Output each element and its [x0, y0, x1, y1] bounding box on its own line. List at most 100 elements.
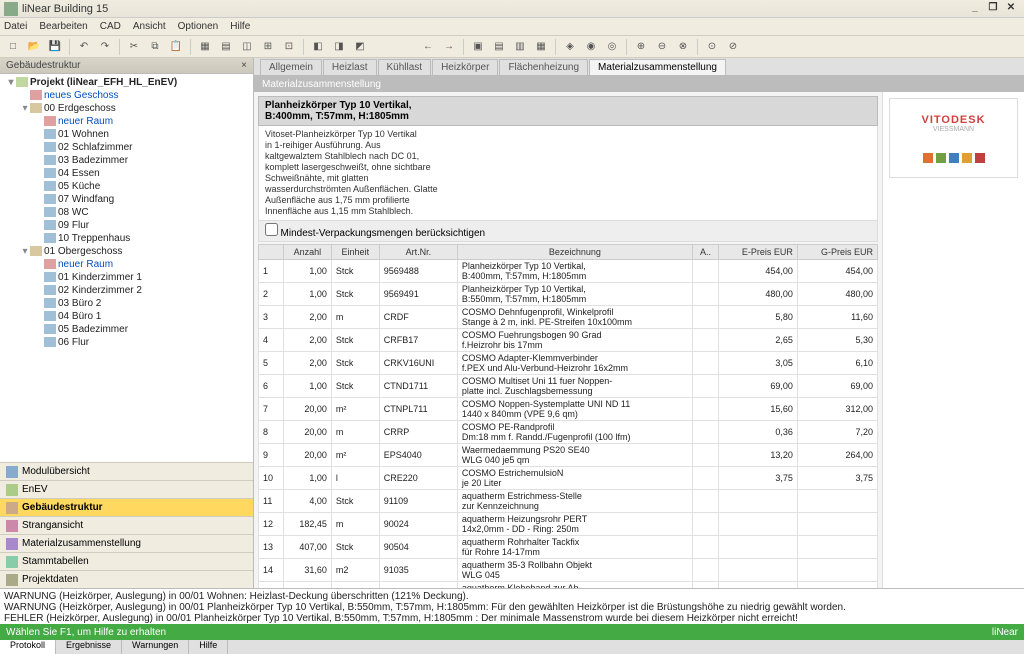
open-icon[interactable]: 📂	[25, 38, 43, 56]
tool-icon[interactable]: ▦	[532, 38, 550, 56]
tree-node[interactable]: 07 Windfang	[0, 193, 253, 206]
tab[interactable]: Kühllast	[378, 59, 432, 75]
table-row[interactable]: 114,00Stck91109aquatherm Estrichmess-Ste…	[259, 490, 878, 513]
bottom-tab[interactable]: Protokoll	[0, 639, 56, 654]
tool-icon[interactable]: ⊙	[703, 38, 721, 56]
tool-icon[interactable]: ◫	[238, 38, 256, 56]
tool-icon[interactable]: ▤	[217, 38, 235, 56]
tree-node[interactable]: ▾01 Obergeschoss	[0, 245, 253, 258]
tool-icon[interactable]: ◨	[330, 38, 348, 56]
table-row[interactable]: 42,00StckCRFB17COSMO Fuehrungsbogen 90 G…	[259, 329, 878, 352]
undo-icon[interactable]: ↶	[75, 38, 93, 56]
tree-node[interactable]: 04 Büro 1	[0, 310, 253, 323]
save-icon[interactable]: 💾	[46, 38, 64, 56]
menu-item[interactable]: CAD	[100, 21, 121, 32]
bottom-tab[interactable]: Hilfe	[189, 639, 228, 654]
panel-close-icon[interactable]: ×	[241, 60, 247, 71]
nav-item[interactable]: Gebäudestruktur	[0, 498, 253, 516]
new-icon[interactable]: □	[4, 38, 22, 56]
tree-node[interactable]: neues Geschoss	[0, 89, 253, 102]
tool-icon[interactable]: ⊘	[724, 38, 742, 56]
table-row[interactable]: 11,00Stck9569488Planheizkörper Typ 10 Ve…	[259, 260, 878, 283]
cut-icon[interactable]: ✂	[125, 38, 143, 56]
tree-node[interactable]: 04 Essen	[0, 167, 253, 180]
tool-icon[interactable]: ◧	[309, 38, 327, 56]
nav-item[interactable]: Stammtabellen	[0, 552, 253, 570]
logo-panel: VITODESK VIESSMANN	[882, 92, 1024, 588]
tree-node[interactable]: 03 Büro 2	[0, 297, 253, 310]
paste-icon[interactable]: 📋	[167, 38, 185, 56]
tree-node[interactable]: 09 Flur	[0, 219, 253, 232]
table-row[interactable]: 32,00mCRDFCOSMO Dehnfugenprofil, Winkelp…	[259, 306, 878, 329]
tree-node[interactable]: 02 Kinderzimmer 2	[0, 284, 253, 297]
tree-node[interactable]: 05 Küche	[0, 180, 253, 193]
tool-icon[interactable]: ⊖	[653, 38, 671, 56]
tool-icon[interactable]: ◎	[603, 38, 621, 56]
menu-item[interactable]: Hilfe	[230, 21, 250, 32]
tool-icon[interactable]: ⊗	[674, 38, 692, 56]
tree-node[interactable]: 01 Kinderzimmer 1	[0, 271, 253, 284]
tree-node[interactable]: 08 WC	[0, 206, 253, 219]
table-row[interactable]: 820,00mCRRPCOSMO PE-RandprofilDm:18 mm f…	[259, 421, 878, 444]
table-row[interactable]: 61,00StckCTND1711COSMO Multiset Uni 11 f…	[259, 375, 878, 398]
table-row[interactable]: 101,00lCRE220COSMO EstrichemulsioNje 20 …	[259, 467, 878, 490]
nav-item[interactable]: Materialzusammenstellung	[0, 534, 253, 552]
nav-item[interactable]: EnEV	[0, 480, 253, 498]
table-row[interactable]: 720,00m²CTNPL711COSMO Noppen-Systemplatt…	[259, 398, 878, 421]
tool-icon[interactable]: ▣	[469, 38, 487, 56]
tab[interactable]: Materialzusammenstellung	[589, 59, 726, 75]
table-row[interactable]: 920,00m²EPS4040Waermedaemmung PS20 SE40W…	[259, 444, 878, 467]
table-row[interactable]: 21,00Stck9569491Planheizkörper Typ 10 Ve…	[259, 283, 878, 306]
nav-item[interactable]: Projektdaten	[0, 570, 253, 588]
tree-node[interactable]: ▾Projekt (liNear_EFH_HL_EnEV)	[0, 76, 253, 89]
nav-item[interactable]: Strangansicht	[0, 516, 253, 534]
arrow-right-icon[interactable]: →	[440, 38, 458, 56]
table-row[interactable]: 1431,60m291035aquatherm 35-3 Rollbahn Ob…	[259, 559, 878, 582]
tree-node[interactable]: 05 Badezimmer	[0, 323, 253, 336]
nav-item[interactable]: Modulübersicht	[0, 462, 253, 480]
sub-header: Materialzusammenstellung	[254, 76, 1024, 92]
tool-icon[interactable]: ▤	[490, 38, 508, 56]
bottom-tab[interactable]: Ergebnisse	[56, 639, 122, 654]
menu-item[interactable]: Ansicht	[133, 21, 166, 32]
tab[interactable]: Heizkörper	[432, 59, 498, 75]
tab[interactable]: Flächenheizung	[499, 59, 588, 75]
menu-item[interactable]: Optionen	[178, 21, 219, 32]
close-button[interactable]: ✕	[1002, 2, 1020, 16]
tree-node[interactable]: 02 Schlafzimmer	[0, 141, 253, 154]
tool-icon[interactable]: ◩	[351, 38, 369, 56]
tree-node[interactable]: 10 Treppenhaus	[0, 232, 253, 245]
tool-icon[interactable]: ⊡	[280, 38, 298, 56]
maximize-button[interactable]: ❐	[984, 2, 1002, 16]
table-row[interactable]: 12182,45m90024aquatherm Heizungsrohr PER…	[259, 513, 878, 536]
tool-icon[interactable]: ⊞	[259, 38, 277, 56]
tree-view[interactable]: ▾Projekt (liNear_EFH_HL_EnEV)neues Gesch…	[0, 74, 253, 462]
separator	[190, 39, 191, 55]
material-grid[interactable]: AnzahlEinheitArt.Nr.BezeichnungA..E-Prei…	[258, 244, 878, 588]
status-brand: liNear	[992, 627, 1018, 638]
bottom-tab[interactable]: Warnungen	[122, 639, 189, 654]
menu-item[interactable]: Datei	[4, 21, 27, 32]
copy-icon[interactable]: ⧉	[146, 38, 164, 56]
arrow-left-icon[interactable]: ←	[419, 38, 437, 56]
tree-node[interactable]: neuer Raum	[0, 258, 253, 271]
table-row[interactable]: 151,00Stck91104aquatherm Klebeband zur A…	[259, 582, 878, 589]
tool-icon[interactable]: ▦	[196, 38, 214, 56]
minimize-button[interactable]: _	[966, 2, 984, 16]
tree-node[interactable]: 06 Flur	[0, 336, 253, 349]
tool-icon[interactable]: ◉	[582, 38, 600, 56]
tree-node[interactable]: ▾00 Erdgeschoss	[0, 102, 253, 115]
redo-icon[interactable]: ↷	[96, 38, 114, 56]
menu-item[interactable]: Bearbeiten	[39, 21, 87, 32]
tool-icon[interactable]: ⊕	[632, 38, 650, 56]
tool-icon[interactable]: ▥	[511, 38, 529, 56]
tree-node[interactable]: 01 Wohnen	[0, 128, 253, 141]
tab[interactable]: Heizlast	[323, 59, 377, 75]
table-row[interactable]: 13407,00Stck90504aquatherm Rohrhalter Ta…	[259, 536, 878, 559]
tool-icon[interactable]: ◈	[561, 38, 579, 56]
tree-node[interactable]: 03 Badezimmer	[0, 154, 253, 167]
min-packaging-checkbox[interactable]	[265, 223, 278, 236]
tab[interactable]: Allgemein	[260, 59, 322, 75]
tree-node[interactable]: neuer Raum	[0, 115, 253, 128]
table-row[interactable]: 52,00StckCRKV16UNICOSMO Adapter-Klemmver…	[259, 352, 878, 375]
